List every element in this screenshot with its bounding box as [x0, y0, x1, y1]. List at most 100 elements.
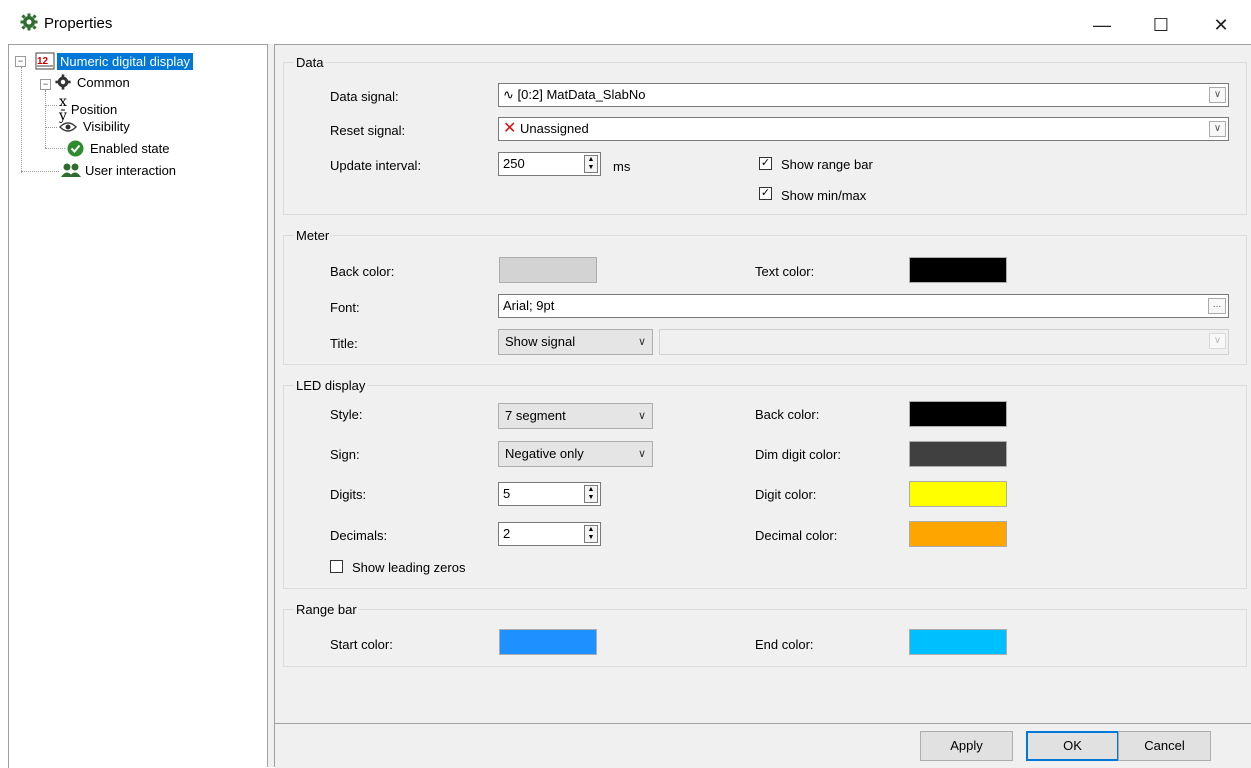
start-color-label: Start color:	[330, 637, 393, 652]
title-text-select: ∨	[659, 329, 1229, 355]
data-signal-value: [0:2] MatData_SlabNo	[517, 87, 646, 102]
tree-item-label: Common	[77, 74, 130, 90]
show-minmax-label: Show min/max	[781, 188, 867, 203]
minimize-button[interactable]: —	[1082, 10, 1122, 40]
sign-select[interactable]: Negative only ∨	[498, 441, 653, 467]
meter-back-color-label: Back color:	[330, 264, 395, 279]
numeric-display-icon: 12	[35, 52, 55, 70]
meter-group: Meter Back color: Text color: Font: Aria…	[283, 228, 1247, 365]
show-minmax-checkbox[interactable]: ✓	[759, 187, 772, 200]
digits-label: Digits:	[330, 487, 367, 502]
update-interval-value: 250	[503, 156, 525, 171]
chevron-down-icon[interactable]: ∨	[1209, 121, 1226, 137]
tree-item-label: Visibility	[83, 119, 130, 134]
gear-icon	[20, 13, 38, 31]
spin-buttons[interactable]: ▲ ▼	[584, 155, 598, 173]
collapse-common-toggle[interactable]: −	[40, 79, 51, 90]
red-x-icon: ✕	[503, 120, 517, 137]
collapse-root-toggle[interactable]: −	[15, 56, 26, 67]
range-bar-group: Range bar Start color: End color:	[283, 602, 1247, 667]
reset-signal-value: Unassigned	[520, 121, 589, 136]
show-leading-zeros-label: Show leading zeros	[352, 560, 466, 575]
meter-back-color-swatch[interactable]	[499, 257, 597, 283]
title-label: Title:	[330, 336, 358, 351]
group-title: Data	[294, 55, 326, 70]
style-select[interactable]: 7 segment ∨	[498, 403, 653, 429]
maximize-icon: ☐	[1152, 14, 1170, 35]
tree-item-label: Position	[70, 101, 118, 117]
digits-value: 5	[503, 486, 511, 501]
tree-item-label: Numeric digital display	[57, 52, 194, 70]
maximize-button[interactable]: ☐	[1141, 10, 1181, 40]
show-leading-zeros-checkbox[interactable]	[330, 560, 343, 573]
digit-color-swatch[interactable]	[909, 481, 1007, 507]
tree-item-enabled-state[interactable]: Enabled state	[67, 140, 170, 157]
tree-connector	[45, 90, 46, 148]
style-label: Style:	[330, 407, 363, 422]
tree-item-common[interactable]: Common	[55, 74, 130, 90]
digit-color-label: Digit color:	[755, 487, 817, 502]
tree-item-visibility[interactable]: Visibility	[59, 119, 130, 134]
tree-item-label: Enabled state	[90, 141, 170, 156]
window-title: Properties	[44, 15, 113, 32]
tree-connector	[45, 105, 57, 106]
decimal-color-label: Decimal color:	[755, 528, 838, 543]
ok-button[interactable]: OK	[1026, 731, 1119, 761]
sign-label: Sign:	[330, 447, 360, 462]
tree-connector	[45, 127, 57, 128]
led-back-color-label: Back color:	[755, 407, 820, 422]
tree-connector	[21, 171, 59, 172]
start-color-swatch[interactable]	[499, 629, 597, 655]
chevron-down-icon[interactable]: ∨	[1209, 87, 1226, 103]
style-value: 7 segment	[505, 408, 566, 423]
show-range-bar-checkbox[interactable]: ✓	[759, 157, 772, 170]
data-signal-dropdown[interactable]: ∿ [0:2] MatData_SlabNo ∨	[498, 83, 1229, 107]
meter-text-color-label: Text color:	[755, 264, 815, 279]
svg-text:12: 12	[37, 56, 49, 67]
group-title: Range bar	[294, 602, 359, 617]
end-color-label: End color:	[755, 637, 814, 652]
apply-button[interactable]: Apply	[920, 731, 1013, 761]
group-title: Meter	[294, 228, 332, 243]
end-color-swatch[interactable]	[909, 629, 1007, 655]
signal-wave-icon: ∿	[503, 87, 514, 102]
tree-item-root[interactable]: 12 Numeric digital display	[35, 52, 194, 70]
property-tree[interactable]: − 12 Numeric digital display − Common xȳ…	[8, 44, 268, 768]
tree-connector	[21, 67, 22, 173]
dim-digit-color-label: Dim digit color:	[755, 447, 841, 462]
led-display-group: LED display Style: 7 segment ∨ Sign: Neg…	[283, 378, 1247, 589]
reset-signal-dropdown[interactable]: ✕ Unassigned ∨	[498, 117, 1229, 141]
meter-text-color-swatch[interactable]	[909, 257, 1007, 283]
minimize-icon: —	[1093, 14, 1111, 35]
tree-item-label: User interaction	[85, 162, 177, 178]
led-back-color-swatch[interactable]	[909, 401, 1007, 427]
tree-item-user-interaction[interactable]: User interaction	[61, 162, 176, 178]
button-bar-separator	[275, 723, 1251, 724]
spin-buttons[interactable]: ▲ ▼	[584, 485, 598, 503]
decimals-stepper[interactable]: 2 ▲ ▼	[498, 522, 601, 546]
chevron-down-icon: ∨	[1209, 333, 1226, 349]
font-value: Arial; 9pt	[503, 298, 555, 313]
dim-digit-color-swatch[interactable]	[909, 441, 1007, 467]
checkmark-circle-icon	[67, 140, 84, 157]
font-field[interactable]: Arial; 9pt ...	[498, 294, 1229, 318]
users-icon	[61, 163, 81, 177]
title-mode-select[interactable]: Show signal ∨	[498, 329, 653, 355]
cancel-button[interactable]: Cancel	[1118, 731, 1211, 761]
update-interval-stepper[interactable]: 250 ▲ ▼	[498, 152, 601, 176]
checkmark-icon: ✓	[760, 187, 771, 199]
eye-icon	[59, 121, 77, 132]
group-title: LED display	[294, 378, 368, 393]
close-icon: ✕	[1213, 14, 1229, 35]
close-button[interactable]: ✕	[1201, 10, 1241, 40]
update-interval-label: Update interval:	[330, 158, 422, 173]
font-browse-button[interactable]: ...	[1208, 298, 1226, 314]
font-label: Font:	[330, 300, 360, 315]
title-bar: Properties — ☐ ✕	[0, 0, 1251, 44]
decimal-color-swatch[interactable]	[909, 521, 1007, 547]
checkmark-icon: ✓	[760, 157, 771, 169]
decimals-value: 2	[503, 526, 511, 541]
splitter[interactable]	[267, 44, 275, 767]
digits-stepper[interactable]: 5 ▲ ▼	[498, 482, 601, 506]
spin-buttons[interactable]: ▲ ▼	[584, 525, 598, 543]
